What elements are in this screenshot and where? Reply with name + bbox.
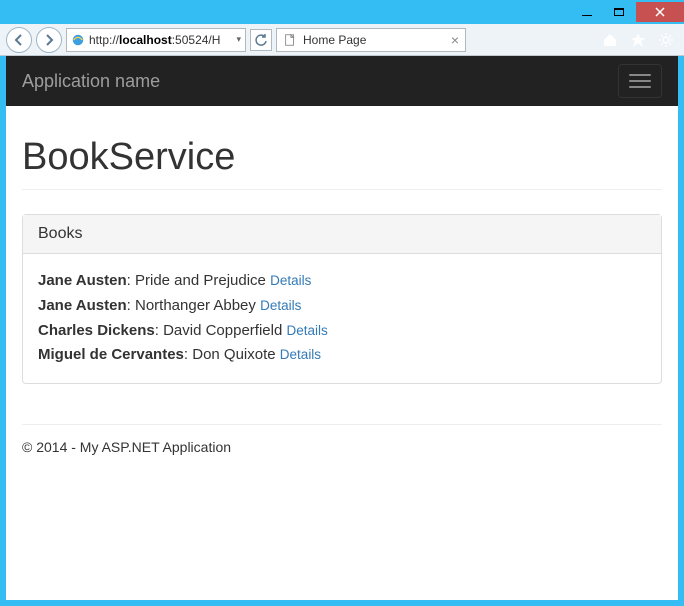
book-title: Don Quixote [192,346,275,363]
tab-title: Home Page [303,33,445,47]
list-item: Miguel de Cervantes: Don Quixote Details [38,343,646,368]
panel-heading: Books [23,215,661,254]
window-close-button[interactable] [636,2,684,22]
page-icon [283,33,297,47]
favorites-icon[interactable] [630,32,646,48]
app-navbar: Application name [6,56,678,106]
hamburger-icon-bar [629,74,651,76]
book-author: Jane Austen [38,297,127,314]
dropdown-icon[interactable]: ▾ [236,34,241,45]
details-link[interactable]: Details [280,347,321,362]
ie-icon [71,33,85,47]
settings-icon[interactable] [658,32,674,48]
panel-body: Jane Austen: Pride and Prejudice Details… [23,254,661,383]
window-titlebar [0,0,684,24]
back-button[interactable] [6,27,32,53]
page-title: BookService [22,136,662,179]
address-bar[interactable]: http://localhost:50524/H ▾ [66,28,246,52]
window-maximize-button[interactable] [604,2,634,22]
book-title: Pride and Prejudice [135,272,266,289]
url-text: http://localhost:50524/H [89,33,232,47]
hamburger-icon-bar [629,86,651,88]
list-item: Jane Austen: Pride and Prejudice Details [38,269,646,294]
tab-close-button[interactable]: × [451,33,459,47]
browser-tab[interactable]: Home Page × [276,28,466,52]
books-panel: Books Jane Austen: Pride and Prejudice D… [22,214,662,384]
window-minimize-button[interactable] [572,2,602,22]
book-title: Northanger Abbey [135,297,256,314]
footer-text: © 2014 - My ASP.NET Application [22,425,662,469]
forward-button[interactable] [36,27,62,53]
details-link[interactable]: Details [286,323,327,338]
list-item: Jane Austen: Northanger Abbey Details [38,294,646,319]
page-header: BookService [22,136,662,190]
hamburger-icon-bar [629,80,651,82]
book-author: Jane Austen [38,272,127,289]
refresh-button[interactable] [250,29,272,51]
home-icon[interactable] [602,32,618,48]
details-link[interactable]: Details [270,273,311,288]
nav-toggle-button[interactable] [618,64,662,98]
book-author: Charles Dickens [38,322,155,339]
list-item: Charles Dickens: David Copperfield Detai… [38,319,646,344]
browser-toolbar: http://localhost:50524/H ▾ Home Page × [0,24,684,56]
book-title: David Copperfield [163,322,282,339]
details-link[interactable]: Details [260,298,301,313]
book-author: Miguel de Cervantes [38,346,184,363]
page-viewport: Application name BookService Books Jane … [6,56,678,600]
brand-link[interactable]: Application name [22,71,160,92]
